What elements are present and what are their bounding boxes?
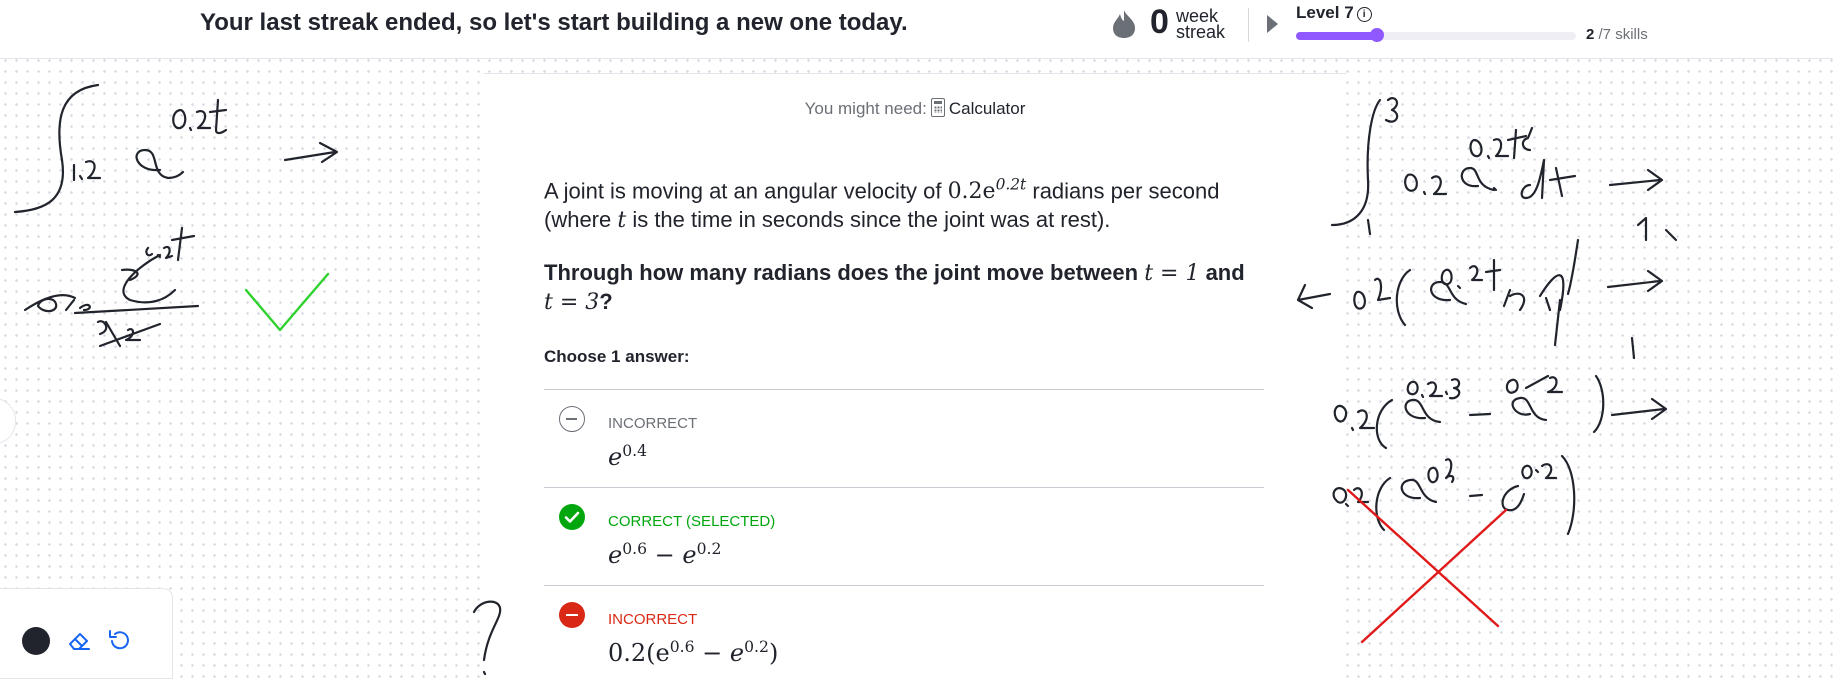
eraser-icon[interactable] bbox=[66, 627, 92, 653]
answer-choice-3[interactable]: INCORRECT 0.2(e0.6 − e0.2) bbox=[544, 585, 1264, 684]
level-label: Level 7i bbox=[1296, 2, 1372, 24]
scratchpad-side-tab[interactable] bbox=[0, 398, 16, 444]
choice-math: 0.2(e0.6 − e0.2) bbox=[608, 638, 778, 667]
prompt-part: Through how many radians does the joint … bbox=[544, 260, 1145, 285]
choice-prefix: 0.2(e bbox=[608, 639, 670, 667]
info-icon[interactable]: i bbox=[1356, 7, 1372, 22]
level-progress-knob bbox=[1370, 28, 1385, 42]
might-need-label: You might need: bbox=[804, 99, 927, 118]
skills-done: 2 bbox=[1586, 26, 1595, 43]
time-variable: t bbox=[617, 208, 627, 234]
prompt-math: t = 3 bbox=[544, 290, 600, 315]
answer-choice-1[interactable]: INCORRECT e0.4 bbox=[544, 389, 1264, 488]
choice-exponent-2: 0.2 bbox=[696, 540, 722, 558]
streak-label: week streak bbox=[1176, 7, 1226, 42]
choice-status: INCORRECT bbox=[608, 611, 698, 628]
skills-total: /7 skills bbox=[1598, 26, 1648, 43]
streak-unit-streak: streak bbox=[1176, 22, 1226, 42]
check-icon bbox=[564, 511, 580, 523]
minus-circle-icon bbox=[559, 602, 585, 628]
question-text: A joint is moving at an angular velocity… bbox=[544, 171, 1264, 235]
choice-math: e0.6 − e0.2 bbox=[608, 540, 721, 569]
choice-math: e0.4 bbox=[608, 442, 647, 471]
velocity-base: 0.2e bbox=[947, 179, 996, 205]
choice-exponent: 0.6 bbox=[622, 540, 648, 558]
choice-base: e bbox=[608, 443, 623, 471]
choice-status: CORRECT (SELECTED) bbox=[608, 513, 776, 530]
calculator-icon[interactable] bbox=[930, 98, 945, 117]
play-icon[interactable] bbox=[1267, 15, 1278, 33]
pen-color-button[interactable] bbox=[22, 627, 50, 655]
answer-choice-2[interactable]: CORRECT (SELECTED) e0.6 − e0.2 bbox=[544, 487, 1264, 586]
choice-exponent-2: 0.2 bbox=[744, 638, 769, 656]
prompt-math: t = 1 bbox=[1144, 261, 1200, 286]
top-bar: Your last streak ended, so let's start b… bbox=[0, 0, 1833, 59]
calculator-link[interactable]: Calculator bbox=[949, 99, 1026, 118]
choose-label: Choose 1 answer: bbox=[544, 347, 690, 366]
divider bbox=[1248, 8, 1249, 42]
choice-status: INCORRECT bbox=[608, 415, 698, 432]
streak-count: 0 bbox=[1150, 3, 1169, 41]
question-part: (where bbox=[544, 207, 618, 233]
question-prompt: Through how many radians does the joint … bbox=[544, 259, 1264, 317]
streak-message: Your last streak ended, so let's start b… bbox=[200, 9, 908, 36]
choice-exponent: 0.4 bbox=[622, 442, 648, 460]
choice-mid: − e bbox=[694, 639, 745, 667]
velocity-expression: 0.2e0.2t bbox=[947, 176, 1027, 205]
scratchpad-toolbox bbox=[0, 588, 173, 679]
velocity-exponent: 0.2t bbox=[995, 176, 1027, 194]
level-text: Level 7 bbox=[1296, 3, 1354, 22]
level-progress-fill bbox=[1296, 32, 1378, 40]
flame-icon bbox=[1113, 10, 1135, 38]
prompt-part: ? bbox=[599, 289, 613, 314]
minus-circle-icon bbox=[559, 406, 585, 432]
choice-exponent: 0.6 bbox=[669, 638, 695, 656]
tools-hint: You might need: Calculator bbox=[484, 98, 1346, 119]
check-circle-icon bbox=[559, 504, 585, 530]
exercise-card: You might need: Calculator A joint is mov… bbox=[484, 73, 1346, 678]
choice-rest: − e bbox=[647, 541, 697, 569]
question-part: is the time in seconds since the joint w… bbox=[626, 207, 1111, 233]
choice-base: e bbox=[608, 541, 623, 569]
skills-count: 2 /7 skills bbox=[1586, 26, 1648, 43]
question-part: A joint is moving at an angular velocity… bbox=[544, 178, 948, 204]
prompt-part: and bbox=[1199, 260, 1245, 285]
question-part: radians per second bbox=[1026, 178, 1220, 204]
level-progress-bar bbox=[1296, 28, 1576, 42]
undo-icon[interactable] bbox=[106, 627, 132, 653]
choice-suffix: ) bbox=[768, 639, 779, 667]
